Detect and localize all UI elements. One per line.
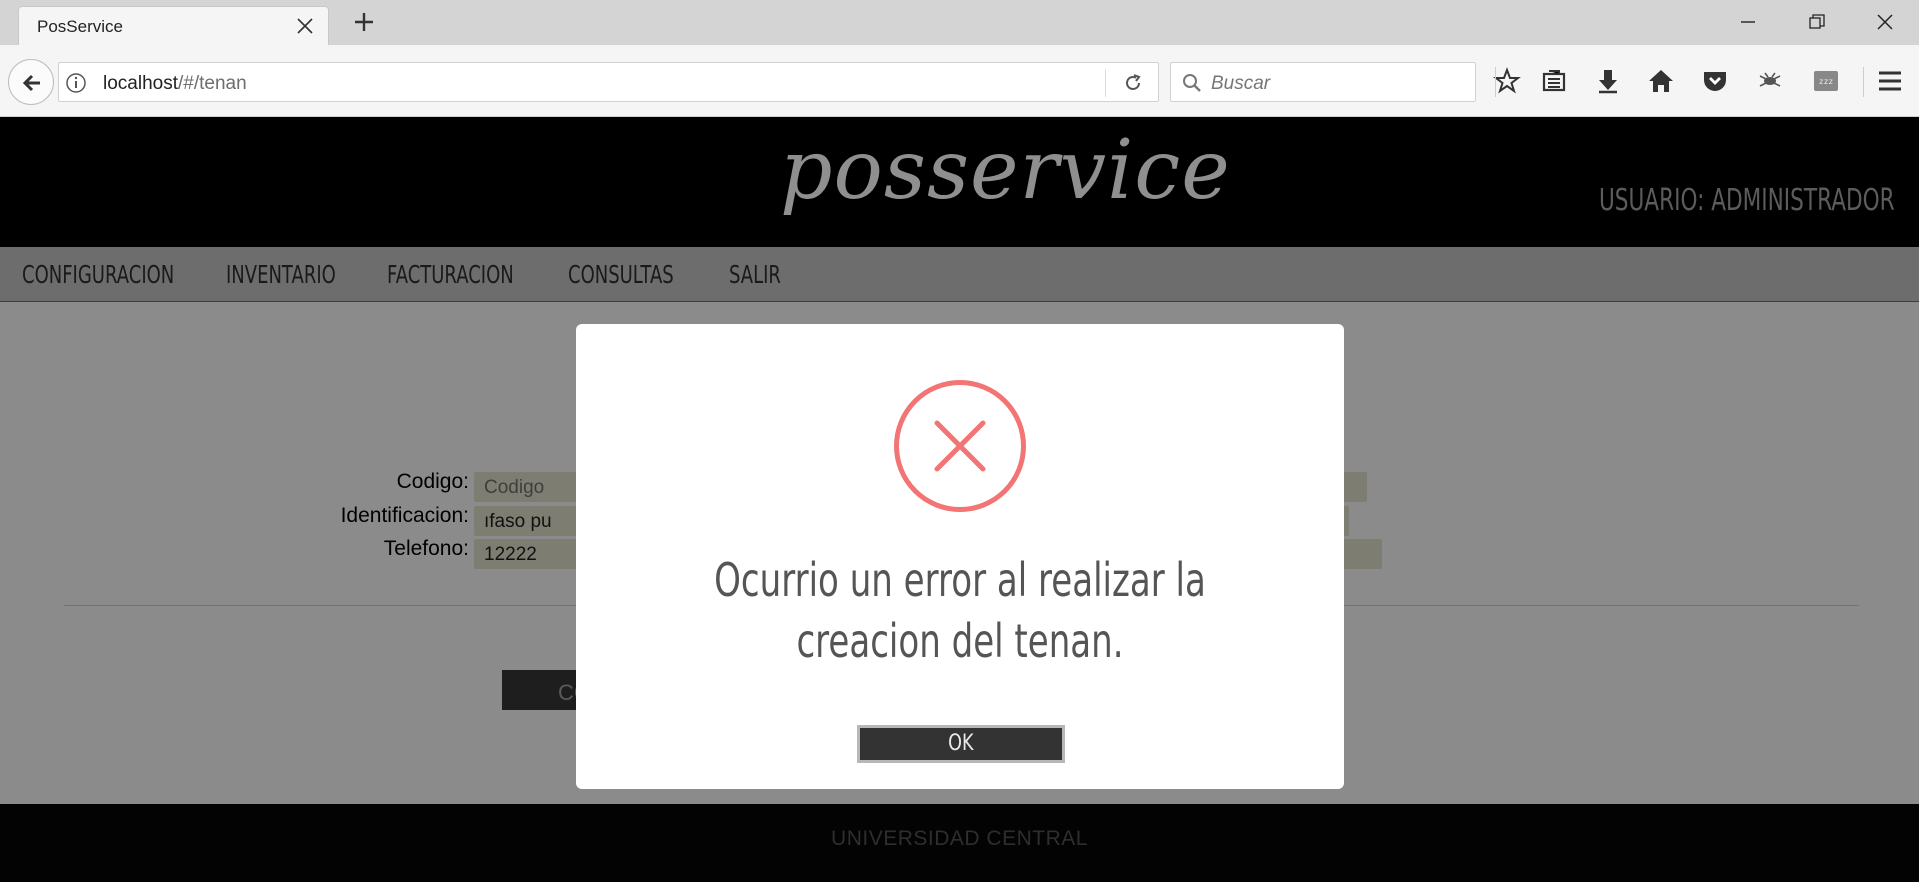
search-box[interactable]: Buscar <box>1170 62 1476 102</box>
new-tab-icon[interactable] <box>352 10 376 34</box>
menu-item-inventario[interactable]: INVENTARIO <box>226 260 336 289</box>
minimize-icon[interactable] <box>1736 10 1760 34</box>
pocket-icon[interactable] <box>1701 67 1729 95</box>
site-header: posservice USUARIO: ADMINISTRADOR <box>0 117 1919 247</box>
error-message: Ocurrio un error al realizar la creacion… <box>616 550 1304 672</box>
error-message-text: Ocurrio un error al realizar la creacion… <box>714 553 1206 668</box>
extension-sleep-icon[interactable]: zzz <box>1812 67 1840 95</box>
error-dialog: Ocurrio un error al realizar la creacion… <box>576 324 1344 789</box>
download-icon[interactable] <box>1594 67 1622 95</box>
user-label: USUARIO: ADMINISTRADOR <box>1599 183 1895 218</box>
back-button[interactable] <box>8 59 54 105</box>
menu-item-salir[interactable]: SALIR <box>729 260 781 289</box>
error-x-icon <box>894 380 1026 512</box>
ok-button[interactable]: OK <box>857 725 1065 763</box>
browser-tab-bar: PosService <box>0 0 1919 45</box>
site-footer: UNIVERSIDAD CENTRAL <box>0 804 1919 882</box>
close-tab-icon[interactable] <box>296 17 314 35</box>
hamburger-menu-icon[interactable] <box>1876 67 1904 95</box>
reload-icon[interactable] <box>1122 72 1144 94</box>
bookmark-star-icon[interactable] <box>1493 67 1521 95</box>
reading-list-icon[interactable] <box>1540 67 1568 95</box>
main-menu: CONFIGURACION INVENTARIO FACTURACION CON… <box>0 247 1919 302</box>
identificacion-label: Identificacion: <box>340 504 469 527</box>
footer-text: UNIVERSIDAD CENTRAL <box>831 827 1088 850</box>
extension-bug-icon[interactable] <box>1756 67 1784 95</box>
browser-tab[interactable]: PosService <box>18 6 329 45</box>
site-logo: posservice <box>780 123 1231 218</box>
browser-toolbar: localhost/#/tenan Buscar zzz <box>0 45 1919 117</box>
menu-item-configuracion[interactable]: CONFIGURACION <box>22 260 174 289</box>
toolbar-divider <box>1495 67 1496 97</box>
search-icon <box>1183 74 1201 92</box>
tab-title: PosService <box>37 17 123 36</box>
url-host: localhost <box>103 73 178 94</box>
ok-button-label: OK <box>948 731 974 756</box>
restore-icon[interactable] <box>1805 10 1829 34</box>
search-placeholder: Buscar <box>1211 73 1271 94</box>
back-arrow-icon <box>22 74 40 92</box>
url-divider <box>1105 69 1106 97</box>
toolbar-divider <box>1863 67 1864 97</box>
menu-item-facturacion[interactable]: FACTURACION <box>387 260 514 289</box>
window-close-icon[interactable] <box>1873 10 1897 34</box>
menu-item-consultas[interactable]: CONSULTAS <box>568 260 674 289</box>
url-bar[interactable]: localhost/#/tenan <box>58 62 1159 102</box>
svg-text:zzz: zzz <box>1819 77 1834 86</box>
home-icon[interactable] <box>1647 67 1675 95</box>
url-text[interactable]: localhost/#/tenan <box>103 73 247 95</box>
url-path: /#/tenan <box>178 73 247 94</box>
info-icon[interactable] <box>65 72 87 94</box>
codigo-label: Codigo: <box>396 470 469 493</box>
telefono-label: Telefono: <box>383 537 469 560</box>
